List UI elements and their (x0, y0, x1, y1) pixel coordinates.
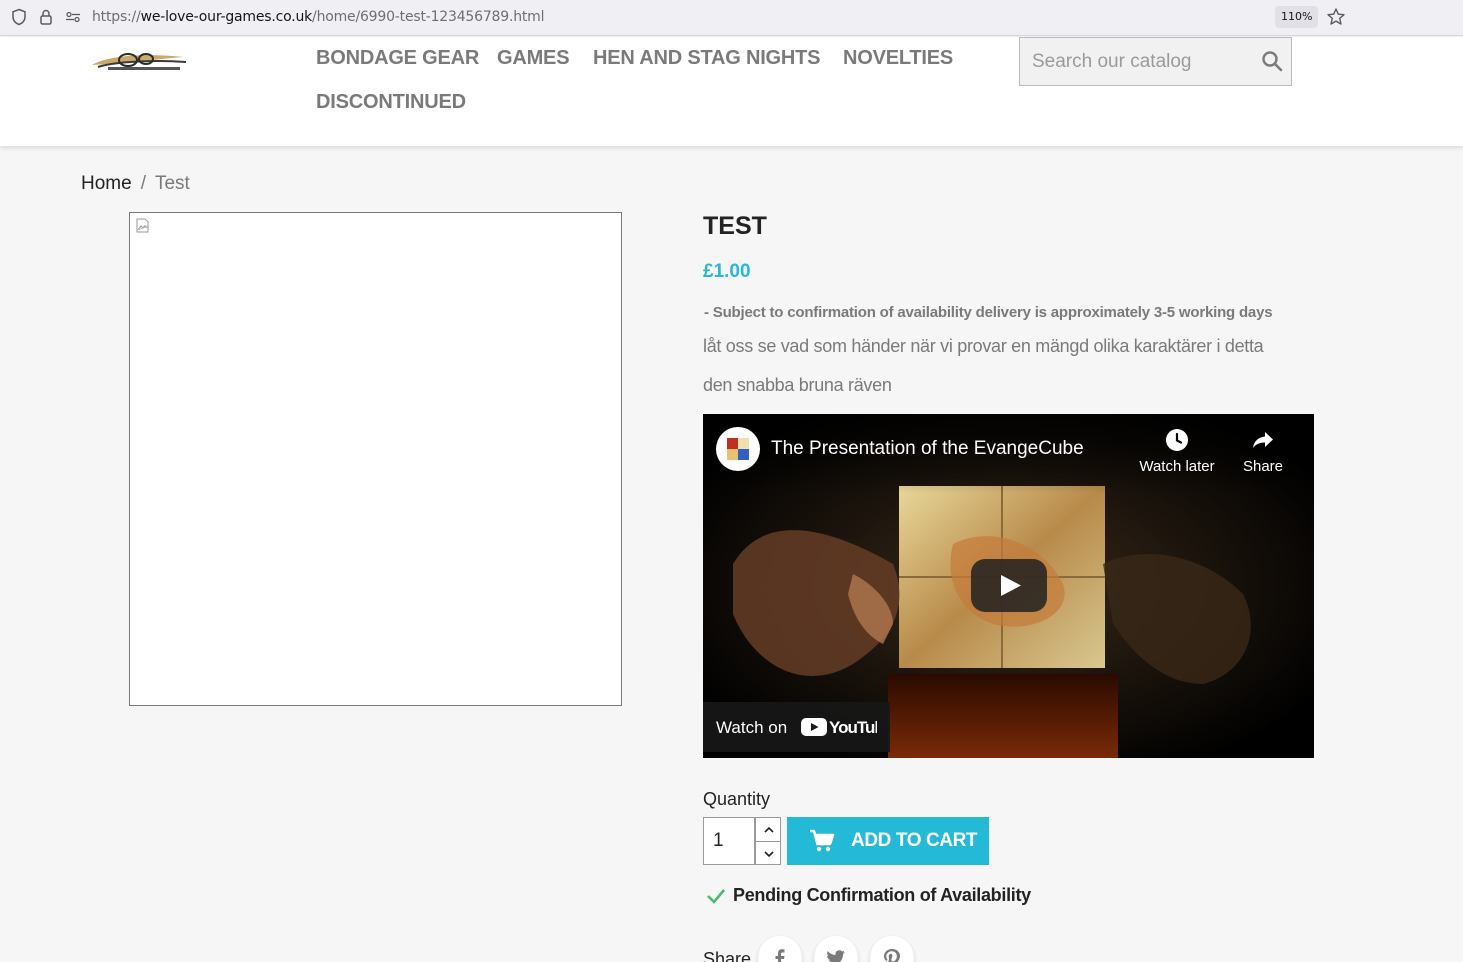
add-to-cart-label: ADD TO CART (851, 830, 978, 851)
breadcrumb-home[interactable]: Home (81, 173, 132, 194)
nav-discontinued[interactable]: DISCONTINUED (316, 91, 466, 114)
shield-icon[interactable] (10, 8, 28, 26)
breadcrumb-current: Test (154, 173, 190, 194)
checkmark-icon (707, 889, 725, 904)
site-header: BONDAGE GEAR GAMES HEN AND STAG NIGHTS N… (0, 37, 1463, 146)
chevron-up-icon (764, 826, 774, 833)
url-text[interactable]: https://we-love-our-games.co.uk/home/699… (92, 9, 544, 25)
quantity-decrease-button[interactable] (755, 841, 781, 865)
watch-later-label: Watch later (1139, 458, 1215, 475)
pinterest-icon (884, 949, 900, 962)
url-path: /home/6990-test-123456789.html (312, 9, 545, 25)
quantity-increase-button[interactable] (755, 817, 781, 841)
share-arrow-icon (1253, 432, 1273, 448)
channel-avatar[interactable] (716, 427, 760, 471)
broken-image-icon (136, 218, 150, 233)
availability-status-text: Pending Confirmation of Availability (733, 885, 1031, 905)
quantity-stepper (703, 817, 781, 865)
product-price: £1.00 (703, 261, 751, 282)
nav-bondage-gear[interactable]: BONDAGE GEAR (316, 47, 479, 70)
channel-avatar-image (727, 438, 749, 460)
youtube-embed[interactable]: The Presentation of the EvangeCube Watch… (703, 414, 1314, 758)
facebook-icon (775, 949, 785, 962)
chevron-down-icon (764, 851, 774, 858)
video-share-button[interactable]: Share (1223, 428, 1303, 475)
twitter-icon (827, 950, 845, 962)
site-logo[interactable] (88, 51, 188, 73)
share-pinterest-button[interactable] (870, 936, 914, 962)
description-line: den snabba bruna räven (703, 375, 892, 395)
breadcrumb-separator: / (140, 173, 146, 194)
youtube-wordmark: YouTube (829, 718, 877, 737)
url-host: we-love-our-games.co.uk (140, 9, 313, 25)
quantity-label: Quantity (703, 789, 771, 809)
product-title: TEST (703, 212, 767, 240)
share-twitter-button[interactable] (814, 936, 858, 962)
watch-on-youtube-button[interactable]: Watch on YouTube (703, 702, 890, 752)
search-input[interactable] (1020, 38, 1250, 85)
browser-url-bar: https://we-love-our-games.co.uk/home/699… (0, 0, 1463, 36)
share-facebook-button[interactable] (758, 936, 802, 962)
add-to-cart-button[interactable]: ADD TO CART (787, 817, 989, 865)
url-scheme: https:// (92, 9, 141, 25)
lock-icon[interactable] (37, 8, 55, 26)
permissions-icon[interactable] (64, 8, 82, 26)
quantity-input[interactable] (703, 817, 755, 865)
breadcrumb: Home / Test (81, 173, 190, 195)
bookmark-star-icon[interactable] (1326, 7, 1346, 27)
nav-novelties[interactable]: NOVELTIES (843, 47, 953, 70)
zoom-badge[interactable]: 110% (1275, 6, 1319, 28)
play-button-icon[interactable] (971, 559, 1047, 612)
watch-later-button[interactable]: Watch later (1137, 428, 1217, 475)
video-share-label: Share (1242, 458, 1284, 475)
share-label: Share (703, 949, 752, 962)
availability-note: - Subject to confirmation of availabilit… (704, 304, 1273, 321)
description-line: låt oss se vad som händer när vi provar … (703, 336, 1264, 356)
clock-icon (1166, 429, 1188, 451)
video-title[interactable]: The Presentation of the EvangeCube (771, 438, 1084, 460)
search-icon[interactable] (1260, 49, 1284, 73)
search-box (1019, 37, 1292, 86)
nav-hen-and-stag-nights[interactable]: HEN AND STAG NIGHTS (593, 47, 821, 70)
nav-games[interactable]: GAMES (497, 47, 570, 70)
shopping-cart-icon (810, 829, 835, 852)
watch-on-label: Watch on (716, 718, 788, 737)
product-image[interactable] (129, 212, 622, 706)
youtube-logo-icon: YouTube (801, 718, 877, 737)
